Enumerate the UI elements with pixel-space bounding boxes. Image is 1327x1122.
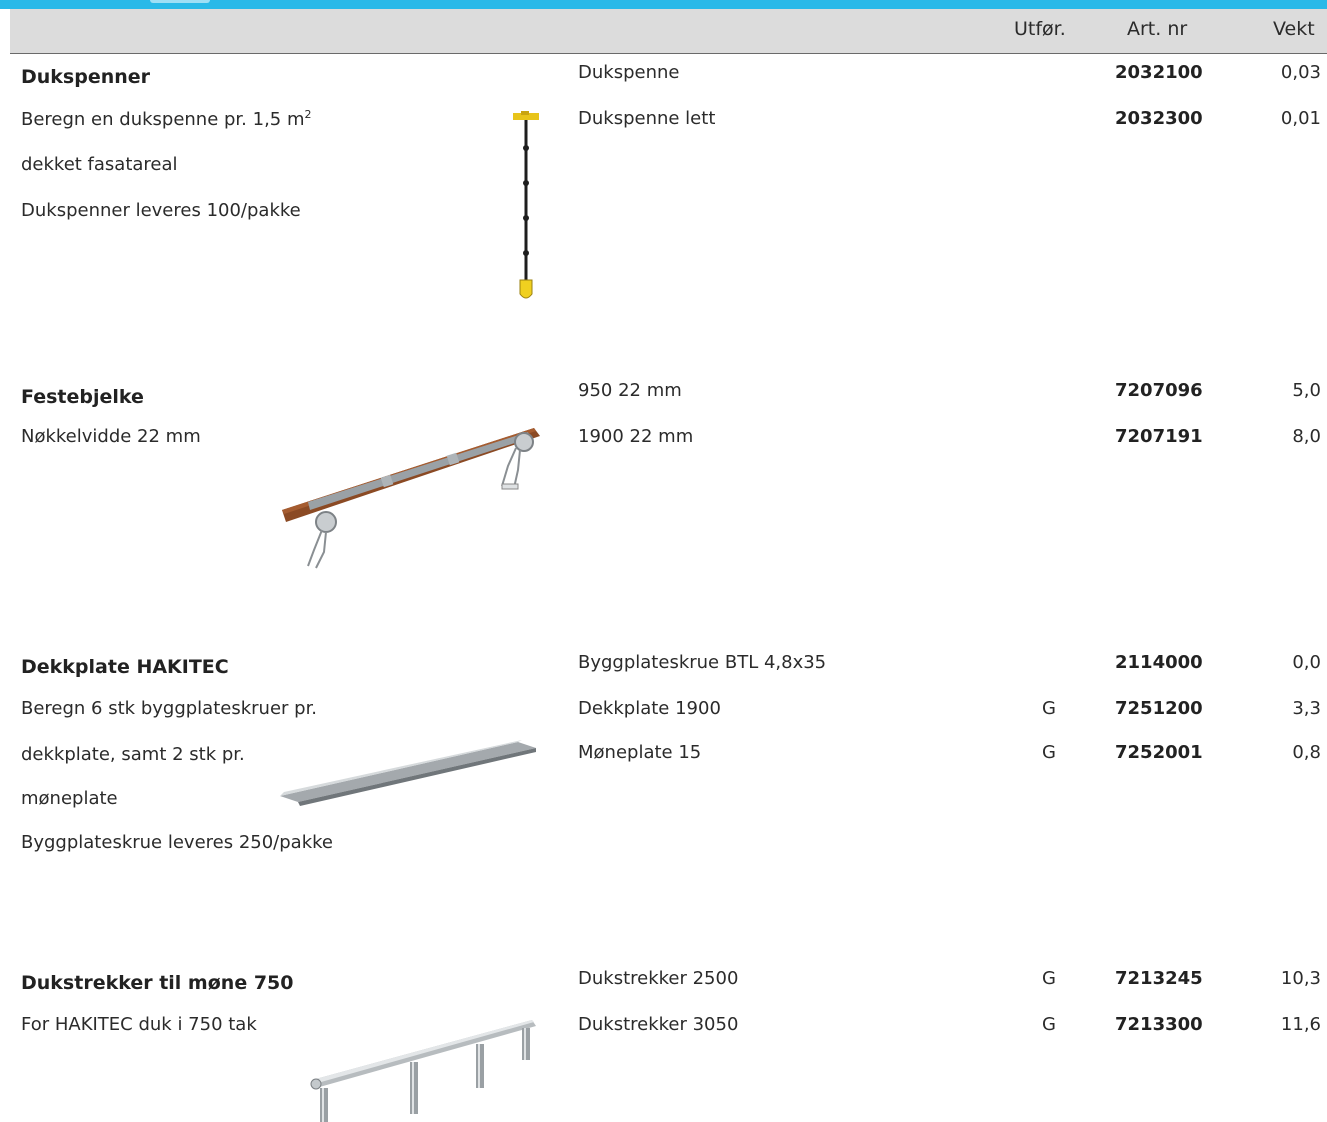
item-utfor: G: [1042, 968, 1056, 989]
item-vekt: 3,3: [1292, 698, 1321, 719]
item-name: 950 22 mm: [578, 380, 682, 401]
cover-plate-image: [280, 740, 536, 806]
item-name: Dukstrekker 3050: [578, 1014, 739, 1035]
section-desc-line: For HAKITEC duk i 750 tak: [21, 1014, 257, 1035]
item-vekt: 11,6: [1280, 1014, 1321, 1035]
item-utfor: G: [1042, 742, 1056, 763]
section-title: Dukstrekker til møne 750: [21, 972, 294, 994]
top-tab-fragment: [150, 0, 210, 3]
item-art-nr: 7252001: [1115, 742, 1203, 763]
section-desc-line: Nøkkelvidde 22 mm: [21, 426, 201, 447]
item-vekt: 5,0: [1292, 380, 1321, 401]
item-name: Dekkplate 1900: [578, 698, 721, 719]
ridge-tarp-stretcher-image: [310, 1020, 536, 1122]
item-art-nr: 2114000: [1115, 652, 1203, 673]
section-desc-line: Beregn 6 stk byggplateskruer pr.: [21, 698, 318, 719]
section-desc-line: Dukspenner leveres 100/pakke: [21, 200, 301, 221]
item-name: Møneplate 15: [578, 742, 702, 763]
item-art-nr: 7213245: [1115, 968, 1203, 989]
item-name: Dukstrekker 2500: [578, 968, 739, 989]
item-art-nr: 2032100: [1115, 62, 1203, 83]
item-art-nr: 7207096: [1115, 380, 1203, 401]
section-desc-line: møneplate: [21, 788, 118, 809]
section-title: Festebjelke: [21, 386, 144, 408]
section-desc-line: Beregn en dukspenne pr. 1,5 m2: [21, 108, 312, 130]
header-art-nr: Art. nr: [1127, 18, 1188, 40]
item-art-nr: 7207191: [1115, 426, 1203, 447]
section-desc-line: dekket fasatareal: [21, 154, 178, 175]
section-title: Dekkplate HAKITEC: [21, 656, 229, 678]
top-accent-bar: [0, 0, 1327, 9]
item-name: Dukspenne lett: [578, 108, 716, 129]
section-desc-line: Byggplateskrue leveres 250/pakke: [21, 832, 333, 853]
item-vekt: 8,0: [1292, 426, 1321, 447]
fastening-beam-image: [282, 428, 540, 569]
header-utfor: Utfør.: [1014, 18, 1066, 40]
item-vekt: 0,01: [1280, 108, 1321, 129]
item-art-nr: 7213300: [1115, 1014, 1203, 1035]
item-vekt: 0,03: [1280, 62, 1321, 83]
item-vekt: 0,0: [1292, 652, 1321, 673]
item-art-nr: 7251200: [1115, 698, 1203, 719]
header-vekt: Vekt: [1273, 18, 1315, 40]
tarp-tensioner-image: [513, 111, 539, 299]
item-name: Dukspenne: [578, 62, 680, 83]
item-name: Byggplateskrue BTL 4,8x35: [578, 652, 827, 673]
item-utfor: G: [1042, 698, 1056, 719]
item-utfor: G: [1042, 1014, 1056, 1035]
section-title: Dukspenner: [21, 66, 151, 88]
section-desc-line: dekkplate, samt 2 stk pr.: [21, 744, 245, 765]
item-art-nr: 2032300: [1115, 108, 1203, 129]
item-vekt: 0,8: [1292, 742, 1321, 763]
item-vekt: 10,3: [1280, 968, 1321, 989]
table-header: Utfør. Art. nr Vekt: [10, 9, 1327, 54]
item-name: 1900 22 mm: [578, 426, 694, 447]
